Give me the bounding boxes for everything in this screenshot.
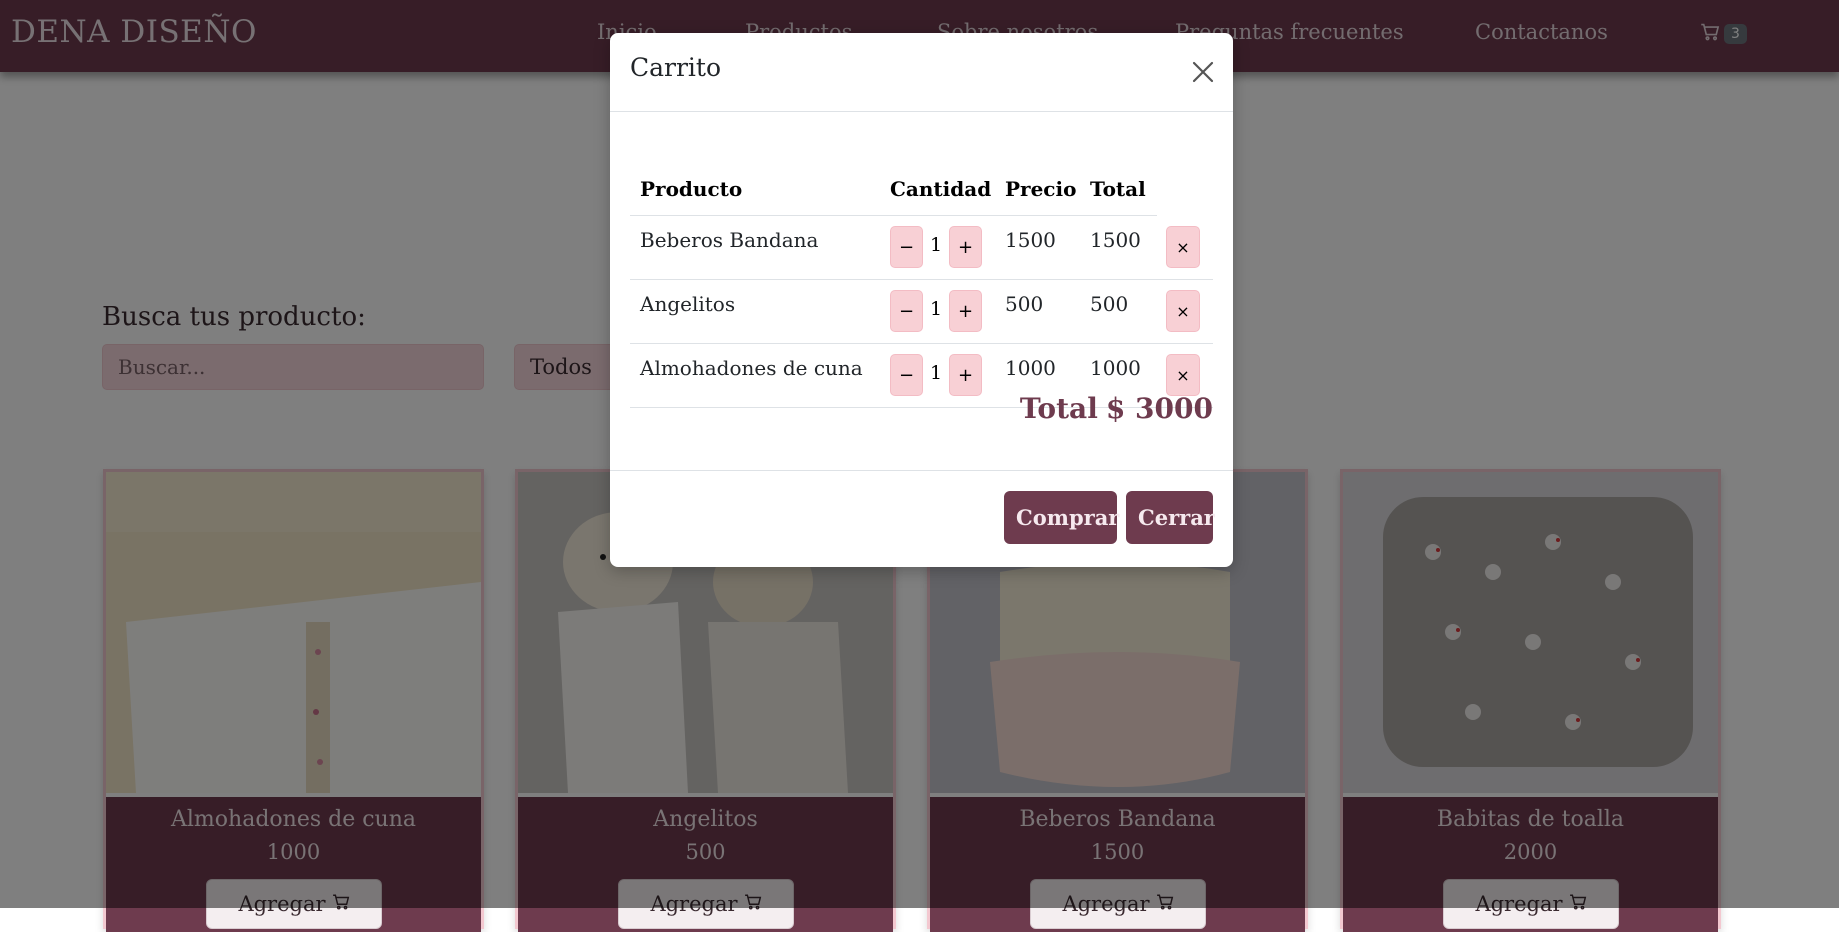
modal-footer: Comprar Cerrar — [610, 470, 1233, 567]
decrement-button[interactable]: − — [890, 354, 923, 396]
item-name: Almohadones de cuna — [640, 356, 863, 380]
item-name: Angelitos — [640, 292, 736, 316]
remove-item-button[interactable]: × — [1166, 354, 1200, 396]
close-icon[interactable] — [1188, 57, 1218, 87]
column-header-cantidad: Cantidad — [890, 177, 992, 201]
increment-button[interactable]: + — [949, 226, 982, 268]
modal-header: Carrito — [610, 33, 1233, 112]
table-row: Beberos Bandana − 1 + 1500 1500 × — [630, 216, 1213, 280]
modal-title: Carrito — [630, 53, 722, 82]
decrement-button[interactable]: − — [890, 290, 923, 332]
item-price: 1500 — [1005, 228, 1056, 252]
remove-item-button[interactable]: × — [1166, 226, 1200, 268]
table-row: Angelitos − 1 + 500 500 × — [630, 280, 1213, 344]
buy-button[interactable]: Comprar — [1004, 491, 1119, 544]
item-quantity: 1 — [929, 362, 943, 384]
item-quantity: 1 — [929, 298, 943, 320]
cart-total: Total $ 3000 — [1020, 392, 1213, 425]
increment-button[interactable]: + — [949, 290, 982, 332]
item-total: 1500 — [1090, 228, 1141, 252]
total-value: $ 3000 — [1105, 392, 1213, 425]
item-price: 1000 — [1005, 356, 1056, 380]
column-header-producto: Producto — [640, 177, 743, 201]
total-label: Total — [1019, 392, 1098, 425]
remove-item-button[interactable]: × — [1166, 290, 1200, 332]
close-button[interactable]: Cerrar — [1126, 491, 1215, 544]
item-total: 1000 — [1090, 356, 1141, 380]
column-header-precio: Precio — [1005, 177, 1077, 201]
increment-button[interactable]: + — [949, 354, 982, 396]
item-price: 500 — [1005, 292, 1044, 316]
item-quantity: 1 — [929, 234, 943, 256]
item-name: Beberos Bandana — [640, 228, 819, 252]
item-total: 500 — [1090, 292, 1129, 316]
cart-modal: Carrito Producto Cantidad Precio Total B… — [610, 33, 1233, 567]
column-header-total: Total — [1090, 177, 1146, 201]
decrement-button[interactable]: − — [890, 226, 923, 268]
